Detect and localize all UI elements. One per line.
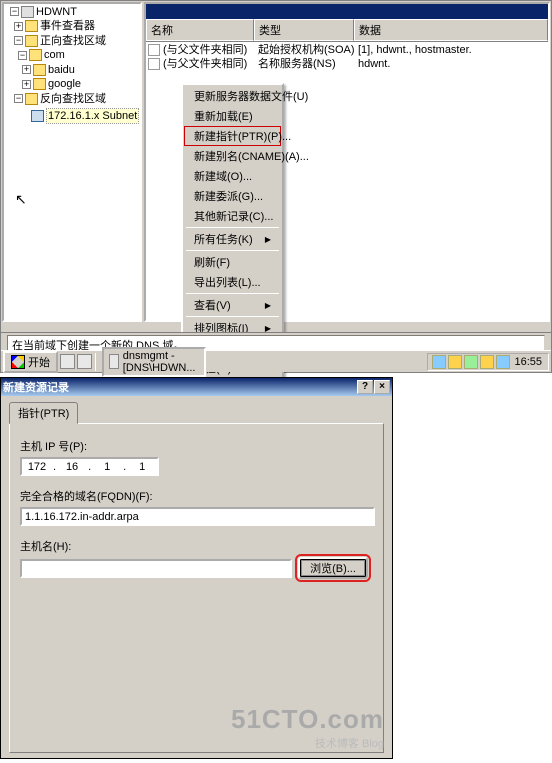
taskbar-item-dnsmgmt[interactable]: dnsmgmt - [DNS\HDWN... (102, 347, 206, 377)
host-label: 主机名(H): (20, 538, 373, 554)
record-icon (148, 58, 160, 70)
tray-icon[interactable] (496, 355, 510, 369)
windows-flag-icon (11, 355, 25, 369)
menu-sep (186, 293, 279, 294)
column-headers[interactable]: 名称 类型 数据 (146, 19, 548, 42)
ip-octet-3[interactable] (92, 460, 122, 474)
browse-button[interactable]: 浏览(B)... (298, 557, 368, 579)
ip-octet-2[interactable] (57, 460, 87, 474)
tree-pane[interactable]: −HDWNT +事件查看器 −正向查找区域 −com +baidu +googl… (2, 2, 142, 322)
tree-subnet[interactable]: 172.16.1.x Subnet (16, 108, 141, 124)
ip-octet-1[interactable] (22, 460, 52, 474)
host-input[interactable] (20, 559, 292, 578)
label: google (48, 77, 81, 91)
record-icon (148, 44, 160, 56)
server-icon (21, 6, 34, 18)
label: 反向查找区域 (40, 92, 106, 106)
tree-forward-zone[interactable]: −正向查找区域 (12, 34, 108, 48)
menu-other-new-record[interactable]: 其他新记录(C)... (184, 206, 281, 226)
menu-sep (186, 316, 279, 317)
menu-reload[interactable]: 重新加载(E) (184, 106, 281, 126)
menu-export-list[interactable]: 导出列表(L)... (184, 272, 281, 292)
tab-ptr[interactable]: 指针(PTR) (9, 402, 78, 424)
cell: 名称服务器(NS) (258, 57, 358, 71)
clock[interactable]: 16:55 (512, 356, 544, 368)
titlebar[interactable]: 新建资源记录 ? × (1, 378, 392, 396)
tray-icon[interactable] (464, 355, 478, 369)
cell: (与父文件夹相同) (163, 57, 247, 71)
label: 事件查看器 (40, 19, 95, 33)
menu-refresh[interactable]: 刷新(F) (184, 252, 281, 272)
cell: [1], hdwnt., hostmaster. (358, 43, 546, 57)
label: 172.16.1.x Subnet (46, 108, 139, 124)
submenu-arrow-icon: ▶ (265, 235, 271, 244)
dialog-title: 新建资源记录 (3, 379, 69, 395)
folder-icon (25, 93, 38, 105)
list-row[interactable]: (与父文件夹相同) 名称服务器(NS) hdwnt. (146, 57, 548, 71)
cell: hdwnt. (358, 57, 546, 71)
close-button[interactable]: × (374, 380, 390, 394)
quicklaunch-ie-icon[interactable] (60, 354, 75, 369)
tree-google[interactable]: +google (20, 77, 83, 91)
app-icon (109, 354, 119, 369)
menu-all-tasks[interactable]: 所有任务(K)▶ (184, 229, 281, 249)
folder-icon (25, 20, 38, 32)
menu-update-server-data[interactable]: 更新服务器数据文件(U) (184, 86, 281, 106)
tray-icon[interactable] (432, 355, 446, 369)
watermark: 51CTO.com 技术博客 Blog (231, 704, 384, 751)
system-tray: 16:55 (427, 353, 549, 371)
label: com (44, 48, 65, 62)
tab-panel: 主机 IP 号(P): . . . 完全合格的域名(FQDN)(F): 主机名(… (9, 423, 384, 753)
start-label: 开始 (28, 354, 50, 370)
zone-icon (31, 110, 44, 122)
taskbar: 开始 dnsmgmt - [DNS\HDWN... 16:55 (1, 350, 551, 372)
menu-new-ptr[interactable]: 新建指针(PTR)(P)... (184, 126, 281, 146)
ip-label: 主机 IP 号(P): (20, 438, 373, 454)
fqdn-input[interactable] (20, 507, 375, 526)
tree-baidu[interactable]: +baidu (20, 63, 77, 77)
start-button[interactable]: 开始 (3, 351, 58, 373)
watermark-logo: 51CTO.com (231, 704, 384, 735)
submenu-arrow-icon: ▶ (265, 301, 271, 310)
folder-icon (33, 78, 46, 90)
tree-root-label: HDWNT (36, 5, 77, 19)
label: baidu (48, 63, 75, 77)
status-bar: 在当前域下创建一个新的 DNS 域。 (1, 332, 551, 350)
list-title (146, 4, 548, 19)
folder-icon (29, 49, 42, 61)
tray-icon[interactable] (448, 355, 462, 369)
tree-reverse-zone[interactable]: −反向查找区域 (12, 92, 108, 106)
task-label: dnsmgmt - [DNS\HDWN... (123, 350, 199, 374)
col-data[interactable]: 数据 (354, 19, 548, 41)
tree-event-viewer[interactable]: +事件查看器 (12, 19, 97, 33)
ip-octet-4[interactable] (127, 460, 157, 474)
menu-new-delegation[interactable]: 新建委派(G)... (184, 186, 281, 206)
quicklaunch-desktop-icon[interactable] (77, 354, 92, 369)
folder-icon (25, 35, 38, 47)
menu-new-domain[interactable]: 新建域(O)... (184, 166, 281, 186)
menu-sep (186, 250, 279, 251)
label: 正向查找区域 (40, 34, 106, 48)
tree-com[interactable]: −com (16, 48, 67, 62)
dns-mmc-window: −HDWNT +事件查看器 −正向查找区域 −com +baidu +googl… (0, 0, 552, 373)
folder-icon (33, 64, 46, 76)
menu-sep (186, 227, 279, 228)
divider (95, 353, 96, 371)
cell: 起始授权机构(SOA) (258, 43, 358, 57)
menu-view[interactable]: 查看(V)▶ (184, 295, 281, 315)
tray-icon[interactable] (480, 355, 494, 369)
cell: (与父文件夹相同) (163, 43, 247, 57)
col-type[interactable]: 类型 (254, 19, 354, 41)
tree-root[interactable]: −HDWNT (8, 5, 79, 19)
help-button[interactable]: ? (357, 380, 373, 394)
fqdn-label: 完全合格的域名(FQDN)(F): (20, 488, 373, 504)
col-name[interactable]: 名称 (146, 19, 254, 41)
watermark-sub: 技术博客 Blog (231, 735, 384, 751)
menu-new-cname[interactable]: 新建别名(CNAME)(A)... (184, 146, 281, 166)
new-resource-record-dialog: 新建资源记录 ? × 指针(PTR) 主机 IP 号(P): . . . 完全合… (0, 377, 393, 759)
list-row[interactable]: (与父文件夹相同) 起始授权机构(SOA) [1], hdwnt., hostm… (146, 43, 548, 57)
ip-input[interactable]: . . . (20, 457, 159, 476)
